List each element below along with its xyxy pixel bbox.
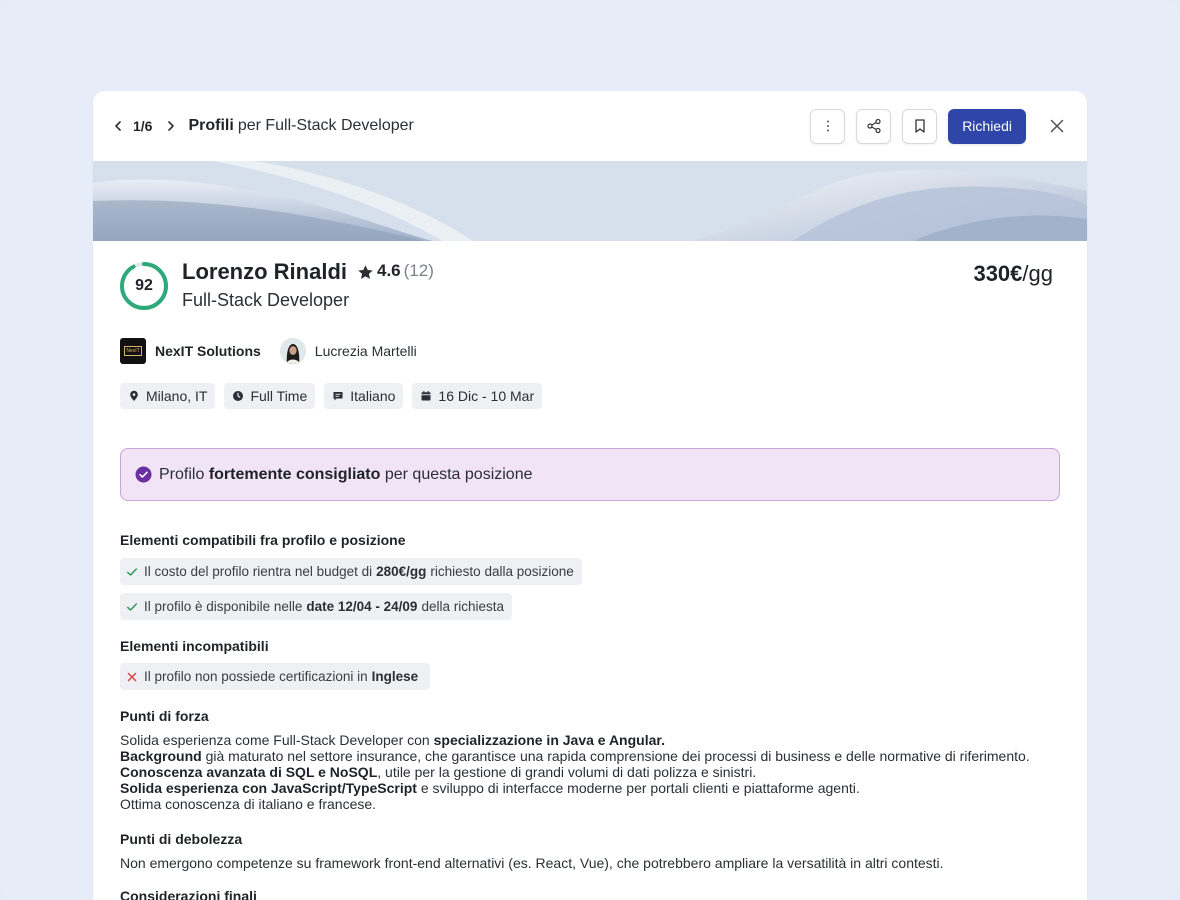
chip-language: Italiano — [324, 383, 404, 409]
profile-panel: 1/6 Profili per Full-Stack Developer Ric… — [93, 91, 1087, 900]
strengths-text: Solida esperienza come Full-Stack Develo… — [120, 732, 1030, 812]
profile-counter: 1/6 — [133, 118, 153, 134]
page-title-rest: per Full-Stack Developer — [237, 117, 414, 134]
check-icon — [127, 567, 138, 576]
rating-count: (12) — [403, 260, 434, 280]
check-icon — [127, 602, 138, 611]
location-pin-icon — [130, 390, 138, 401]
cross-icon — [127, 672, 137, 681]
request-button[interactable]: Richiedi — [948, 108, 1026, 144]
strength-line: Conoscenza avanzata di SQL e NoSQL, util… — [120, 764, 757, 780]
check-circle-icon — [135, 466, 152, 483]
chevron-left-icon[interactable] — [111, 119, 125, 133]
company-row: NexIT NexIT Solutions Lucrezia Martelli — [120, 338, 417, 364]
close-button[interactable] — [1045, 114, 1069, 138]
profile-name-row: Lorenzo Rinaldi 4.6 (12) — [182, 259, 434, 285]
weaknesses-title: Punti di debolezza — [120, 831, 243, 847]
clock-icon — [233, 391, 244, 401]
rating-value: 4.6 — [377, 260, 401, 280]
profile-tags: Milano, IT Full Time Italiano 16 Dic - 1… — [120, 383, 543, 409]
company-logo: NexIT — [120, 338, 146, 364]
compatible-item: Il costo del profilo rientra nel budget … — [120, 558, 582, 585]
chip-location: Milano, IT — [120, 383, 216, 409]
final-considerations-title: Considerazioni finali — [120, 888, 257, 900]
more-vertical-icon — [826, 120, 829, 132]
contact-person-name[interactable]: Lucrezia Martelli — [315, 343, 417, 359]
profile-banner — [93, 161, 1087, 241]
share-button[interactable] — [856, 108, 892, 144]
avatar — [279, 338, 306, 364]
company-name[interactable]: NexIT Solutions — [155, 343, 261, 359]
strength-line: Solida esperienza con JavaScript/TypeScr… — [120, 780, 860, 796]
strength-line: Ottima conoscenza di italiano e francese… — [120, 796, 377, 812]
panel-header: 1/6 Profili per Full-Stack Developer Ric… — [93, 91, 1087, 161]
strengths-title: Punti di forza — [120, 708, 209, 724]
profile-price: 330€/gg — [973, 261, 1053, 287]
chevron-right-icon[interactable] — [164, 119, 178, 133]
star-icon — [358, 265, 373, 279]
match-score: 92 — [119, 261, 169, 311]
chip-dates: 16 Dic - 10 Mar — [412, 383, 543, 409]
bookmark-icon — [915, 119, 925, 133]
strength-line: Background già maturato nel settore insu… — [120, 748, 1030, 764]
compatible-item: Il profilo è disponibile nelle date 12/04… — [120, 593, 512, 620]
profile-rating: 4.6 (12) — [357, 261, 434, 281]
bookmark-button[interactable] — [902, 108, 938, 144]
weaknesses-text: Non emergono competenze su framework fro… — [120, 855, 944, 871]
incompatible-title: Elementi incompatibili — [120, 638, 269, 654]
match-score-value: 92 — [135, 277, 153, 294]
more-options-button[interactable] — [810, 108, 846, 144]
share-icon — [867, 118, 881, 134]
chat-icon — [333, 392, 343, 401]
strength-line: Solida esperienza come Full-Stack Develo… — [120, 732, 665, 748]
chip-schedule: Full Time — [224, 383, 316, 409]
calendar-icon — [421, 391, 431, 401]
profile-role: Full-Stack Developer — [182, 290, 350, 310]
price-value: 330€ — [973, 261, 1023, 286]
page-title-bold: Profili — [188, 117, 234, 134]
profile-name: Lorenzo Rinaldi — [182, 259, 347, 284]
price-unit: /gg — [1022, 261, 1053, 286]
recommendation-banner: Profilo fortemente consigliato per quest… — [120, 448, 1060, 501]
compatible-title: Elementi compatibili fra profilo e posiz… — [120, 532, 406, 548]
incompatible-item: Il profilo non possiede certificazioni i… — [120, 663, 431, 690]
close-icon — [1050, 119, 1064, 133]
header-actions: Richiedi — [810, 108, 1069, 144]
